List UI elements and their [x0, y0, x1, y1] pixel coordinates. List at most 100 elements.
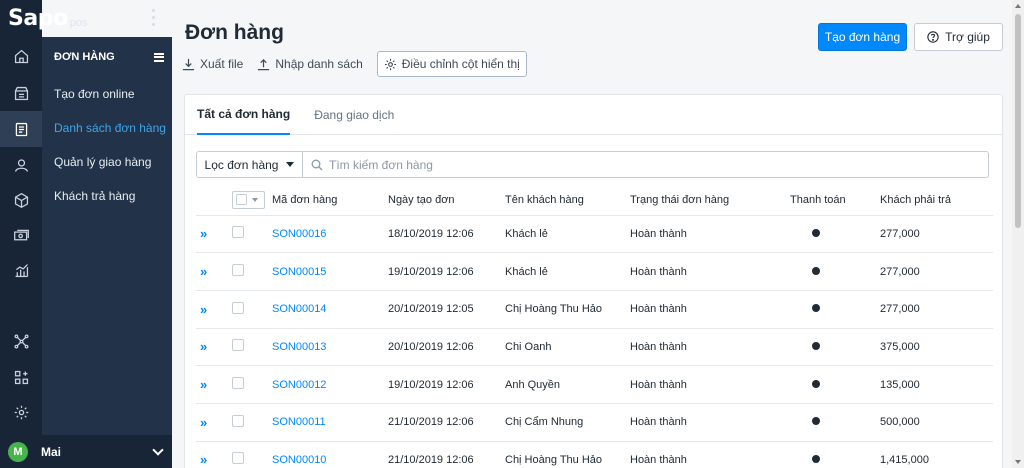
page-scrollbar[interactable] [1012, 0, 1024, 468]
icon-rail [0, 0, 42, 468]
amount-due: 277,000 [880, 290, 993, 329]
import-button[interactable]: Nhập danh sách [257, 51, 363, 77]
amount-due: 1,415,000 [880, 441, 993, 468]
create-order-button[interactable]: Tạo đơn hàng [818, 23, 907, 51]
table-row[interactable]: » SON00014 20/10/2019 12:05 Chị Hoàng Th… [196, 290, 993, 329]
subnav-item-returns[interactable]: Khách trả hàng [42, 179, 172, 213]
row-checkbox[interactable] [232, 377, 244, 390]
column-header-date[interactable]: Ngày tạo đơn [388, 185, 505, 216]
expand-row-icon[interactable]: » [200, 226, 207, 241]
export-button[interactable]: Xuất file [182, 51, 243, 77]
customer-name: Anh Quyền [505, 365, 630, 404]
apps-icon[interactable] [0, 359, 42, 395]
orders-icon[interactable] [0, 111, 42, 147]
more-menu-icon[interactable] [150, 9, 156, 29]
payment-status-dot [812, 341, 820, 350]
row-checkbox[interactable] [232, 264, 244, 277]
row-checkbox[interactable] [232, 339, 244, 352]
report-icon[interactable] [0, 252, 42, 288]
column-header-due[interactable]: Khách phải trả [880, 185, 993, 216]
order-date: 21/10/2019 12:06 [388, 403, 505, 442]
orders-subnav: ĐƠN HÀNG Tạo đơn online Danh sách đơn hà… [42, 37, 172, 435]
row-checkbox[interactable] [232, 414, 244, 427]
settings-icon[interactable] [0, 394, 42, 430]
table-row[interactable]: » SON00011 21/10/2019 12:06 Chị Cẩm Nhun… [196, 403, 993, 442]
user-menu[interactable]: M Mai [0, 435, 172, 468]
amount-due: 135,000 [880, 365, 993, 404]
scroll-down-icon[interactable] [1015, 460, 1021, 464]
payment-status-dot [812, 379, 820, 388]
order-code-link[interactable]: SON00012 [272, 379, 326, 391]
table-row[interactable]: » SON00012 19/10/2019 12:06 Anh Quyền Ho… [196, 365, 993, 404]
integration-icon[interactable] [0, 323, 42, 359]
payment-status-dot [812, 266, 820, 275]
gear-icon [384, 58, 396, 70]
select-all-checkbox[interactable] [232, 190, 265, 209]
subnav-item-order-list[interactable]: Danh sách đơn hàng [42, 111, 172, 145]
expand-row-icon[interactable]: » [200, 264, 207, 279]
upload-icon [258, 58, 270, 70]
row-checkbox[interactable] [232, 452, 244, 465]
column-header-customer[interactable]: Tên khách hàng [505, 185, 630, 216]
page-title: Đơn hàng [185, 21, 284, 44]
filter-label: Lọc đơn hàng [204, 157, 279, 172]
caret-down-icon [286, 162, 295, 167]
row-checkbox[interactable] [232, 226, 244, 239]
customer-icon[interactable] [0, 147, 42, 183]
order-code-link[interactable]: SON00013 [272, 341, 326, 353]
logo-text: Sapo [8, 6, 68, 31]
expand-column-header [196, 185, 232, 216]
order-status: Hoàn thành [630, 328, 790, 367]
app-logo[interactable]: Sapo pos [0, 0, 172, 37]
column-header-status[interactable]: Trạng thái đơn hàng [630, 185, 790, 216]
expand-row-icon[interactable]: » [200, 377, 207, 392]
amount-due: 500,000 [880, 403, 993, 442]
download-icon [182, 58, 195, 70]
chevron-down-icon [152, 443, 164, 456]
store-icon[interactable] [0, 75, 42, 111]
table-row[interactable]: » SON00010 21/10/2019 12:06 Chị Hoàng Th… [196, 441, 993, 468]
home-icon[interactable] [0, 38, 42, 74]
adjust-columns-button[interactable]: Điều chỉnh cột hiển thị [376, 51, 527, 77]
amount-due: 375,000 [880, 328, 993, 367]
customer-name: Chị Hoàng Thu Hảo [505, 290, 630, 329]
row-checkbox[interactable] [232, 301, 244, 314]
main-content: Đơn hàng Xuất file Nhập danh sách Điều c… [172, 0, 1012, 468]
order-date: 21/10/2019 12:06 [388, 441, 505, 468]
help-button[interactable]: Trợ giúp [914, 23, 1003, 51]
order-code-link[interactable]: SON00015 [272, 266, 326, 278]
subnav-item-delivery[interactable]: Quản lý giao hàng [42, 145, 172, 179]
order-tabs: Tất cả đơn hàng Đang giao dịch [185, 95, 1002, 135]
expand-row-icon[interactable]: » [200, 415, 207, 430]
order-status: Hoàn thành [630, 215, 790, 254]
customer-name: Chị Cẩm Nhung [505, 403, 630, 442]
order-date: 20/10/2019 12:06 [388, 328, 505, 367]
expand-row-icon[interactable]: » [200, 339, 207, 354]
table-row[interactable]: » SON00013 20/10/2019 12:06 Chi Oanh Hoà… [196, 328, 993, 367]
order-code-link[interactable]: SON00011 [272, 416, 326, 428]
cash-icon[interactable] [0, 217, 42, 253]
expand-row-icon[interactable]: » [200, 302, 207, 317]
expand-row-icon[interactable]: » [200, 452, 207, 467]
table-row[interactable]: » SON00015 19/10/2019 12:06 Khách lẻ Hoà… [196, 252, 993, 291]
help-label: Trợ giúp [945, 30, 990, 44]
product-icon[interactable] [0, 182, 42, 218]
subnav-item-create-online[interactable]: Tạo đơn online [42, 77, 172, 111]
table-row[interactable]: » SON00016 18/10/2019 12:06 Khách lẻ Hoà… [196, 215, 993, 254]
tab-in-progress[interactable]: Đang giao dịch [314, 95, 394, 135]
scroll-up-icon[interactable] [1015, 4, 1021, 8]
order-code-link[interactable]: SON00010 [272, 454, 326, 466]
order-code-link[interactable]: SON00016 [272, 228, 326, 240]
filter-orders-button[interactable]: Lọc đơn hàng [197, 152, 303, 177]
search-input[interactable] [329, 157, 929, 172]
column-header-payment[interactable]: Thanh toán [790, 185, 880, 216]
column-header-code[interactable]: Mã đơn hàng [272, 185, 388, 216]
order-date: 19/10/2019 12:06 [388, 252, 505, 291]
tab-all-orders[interactable]: Tất cả đơn hàng [197, 95, 291, 135]
hamburger-icon[interactable] [154, 52, 164, 62]
payment-status-dot [812, 304, 820, 313]
order-status: Hoàn thành [630, 441, 790, 468]
order-code-link[interactable]: SON00014 [272, 303, 326, 315]
scrollbar-thumb[interactable] [1015, 14, 1021, 228]
order-date: 20/10/2019 12:05 [388, 290, 505, 329]
